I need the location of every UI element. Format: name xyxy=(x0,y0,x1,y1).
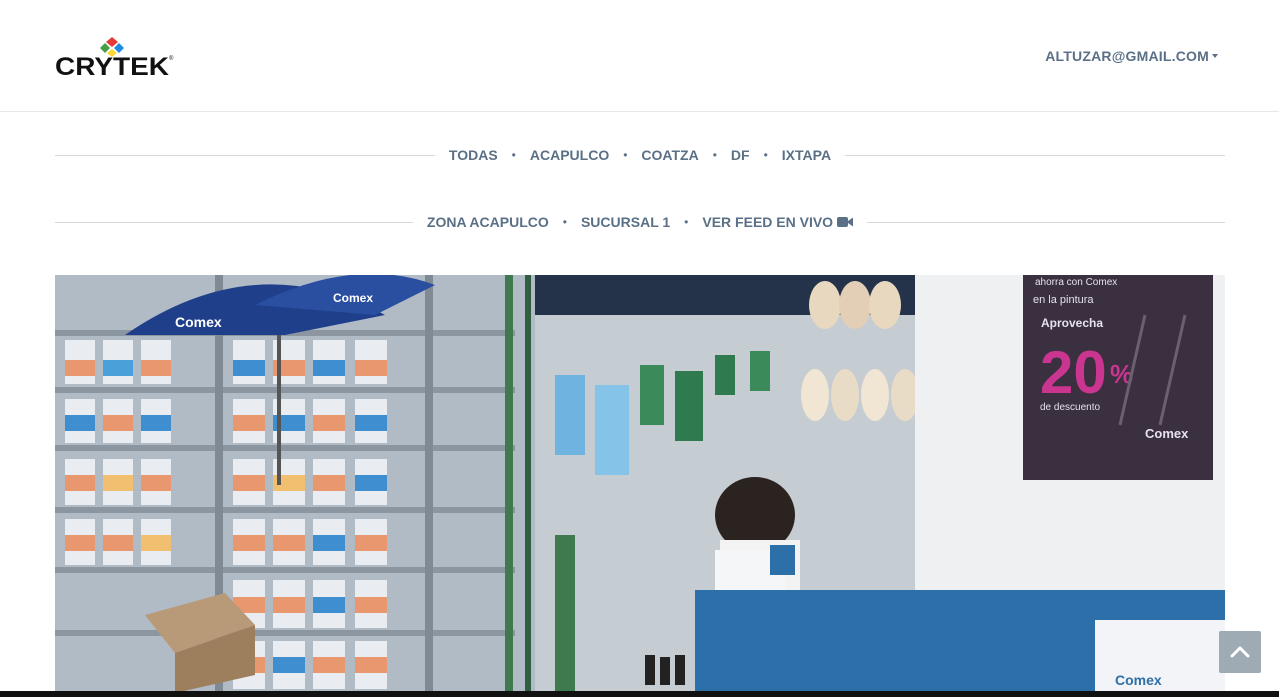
breadcrumb-zone-link[interactable]: ZONA ACAPULCO xyxy=(427,214,549,230)
separator-dot: • xyxy=(712,148,717,162)
svg-text:de descuento: de descuento xyxy=(1040,402,1100,413)
region-filter-nav: TODAS • ACAPULCO • COATZA • DF • IXTAPA xyxy=(55,143,1225,168)
separator-dot: • xyxy=(623,148,628,162)
breadcrumb-branch-link[interactable]: SUCURSAL 1 xyxy=(581,214,670,230)
svg-text:20: 20 xyxy=(1040,339,1107,406)
site-header: CRYTEK ® ALTUZAR@GMAIL.COM xyxy=(0,0,1279,112)
chevron-down-icon xyxy=(1212,54,1218,58)
separator-dot: • xyxy=(562,215,567,229)
camera-frame: Comex Comex Comex ahorra con Comex en la… xyxy=(55,275,1225,693)
svg-text:Comex: Comex xyxy=(175,314,222,330)
separator-dot: • xyxy=(763,148,768,162)
svg-text:ahorra con Comex: ahorra con Comex xyxy=(1035,277,1117,288)
svg-text:en la pintura: en la pintura xyxy=(1033,294,1094,306)
svg-text:Comex: Comex xyxy=(333,291,373,305)
chevron-up-icon xyxy=(1230,646,1250,658)
svg-text:Comex: Comex xyxy=(1115,672,1162,688)
video-camera-icon xyxy=(837,217,854,227)
logo-wordmark: CRYTEK xyxy=(55,53,169,79)
region-tab-coatza[interactable]: COATZA xyxy=(641,147,698,163)
bottom-edge xyxy=(0,691,1279,697)
region-tab-todas[interactable]: TODAS xyxy=(449,147,498,163)
user-account-dropdown[interactable]: ALTUZAR@GMAIL.COM xyxy=(1045,48,1218,64)
region-tab-df[interactable]: DF xyxy=(731,147,750,163)
live-camera-feed[interactable]: Comex Comex Comex ahorra con Comex en la… xyxy=(55,275,1225,693)
svg-text:Comex: Comex xyxy=(1145,426,1189,441)
svg-text:Aprovecha: Aprovecha xyxy=(1041,316,1103,330)
region-tab-acapulco[interactable]: ACAPULCO xyxy=(530,147,609,163)
scroll-to-top-button[interactable] xyxy=(1219,631,1261,673)
separator-dot: • xyxy=(684,215,689,229)
region-tab-ixtapa[interactable]: IXTAPA xyxy=(782,147,831,163)
separator-dot: • xyxy=(511,148,516,162)
user-email: ALTUZAR@GMAIL.COM xyxy=(1045,48,1209,64)
promo-poster: ahorra con Comex en la pintura Aprovecha… xyxy=(1023,275,1213,480)
breadcrumb: ZONA ACAPULCO • SUCURSAL 1 • VER FEED EN VIV… xyxy=(55,210,1225,235)
logo-graphic: CRYTEK ® xyxy=(55,37,174,81)
svg-text:®: ® xyxy=(169,55,174,62)
crytek-logo[interactable]: CRYTEK ® xyxy=(55,35,177,81)
live-feed-link[interactable]: VER FEED EN VIVO xyxy=(702,214,854,230)
live-feed-label: VER FEED EN VIVO xyxy=(702,214,834,230)
